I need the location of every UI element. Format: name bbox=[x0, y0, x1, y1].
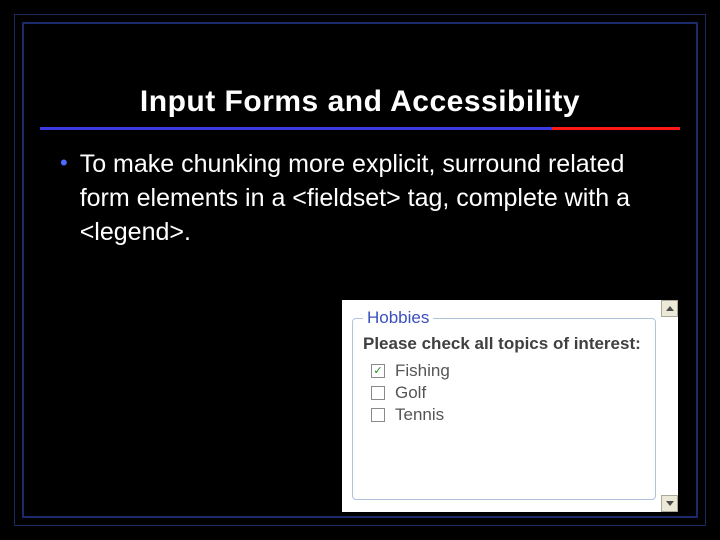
checkbox-row: Golf bbox=[363, 382, 645, 404]
scroll-down-button[interactable] bbox=[661, 495, 678, 512]
fieldset-prompt: Please check all topics of interest: bbox=[363, 333, 645, 354]
scroll-up-button[interactable] bbox=[661, 300, 678, 317]
checkbox[interactable] bbox=[371, 408, 385, 422]
fieldset: Hobbies Please check all topics of inter… bbox=[352, 318, 656, 500]
chevron-down-icon bbox=[666, 501, 674, 506]
embedded-form-screenshot: Hobbies Please check all topics of inter… bbox=[342, 300, 678, 512]
chevron-up-icon bbox=[666, 306, 674, 311]
checkbox-row: ✓ Fishing bbox=[363, 360, 645, 382]
checkbox-label: Golf bbox=[395, 383, 426, 403]
checkbox-row: Tennis bbox=[363, 404, 645, 426]
checkbox[interactable]: ✓ bbox=[371, 364, 385, 378]
checkbox-label: Tennis bbox=[395, 405, 444, 425]
checkbox[interactable] bbox=[371, 386, 385, 400]
checkbox-label: Fishing bbox=[395, 361, 450, 381]
fieldset-legend: Hobbies bbox=[363, 308, 433, 328]
